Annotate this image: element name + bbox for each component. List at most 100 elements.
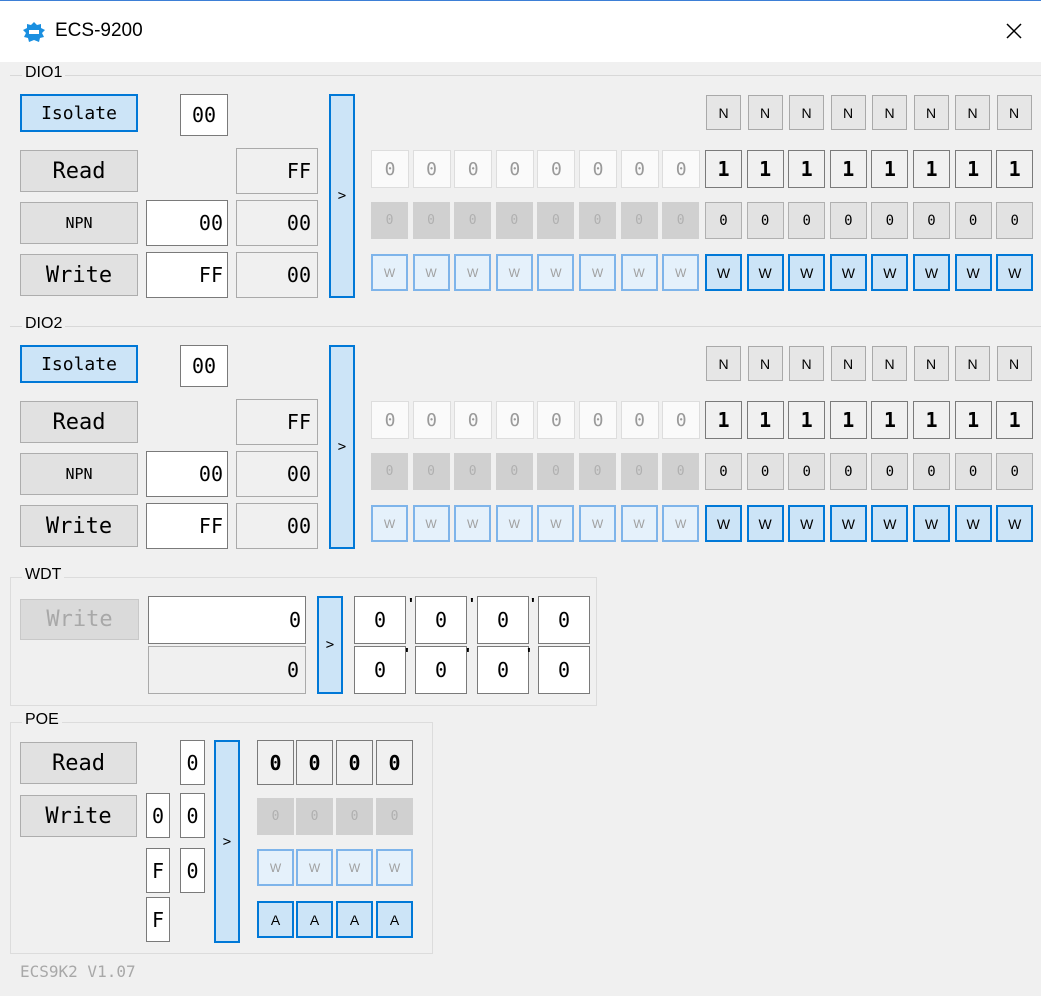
poe-auto-bit[interactable]: A	[257, 901, 294, 938]
dio1-n-cell[interactable]: N	[996, 95, 1032, 130]
dio1-write-bit[interactable]: W	[620, 254, 658, 291]
dio2-n-cell[interactable]: N	[747, 346, 783, 381]
poe-write-bit[interactable]: W	[257, 849, 294, 886]
dio2-write-bit[interactable]: W	[454, 505, 492, 542]
poe-npn-bit[interactable]: 0	[336, 798, 373, 835]
dio1-npn-bit[interactable]: 0	[412, 202, 450, 239]
wdt-write-button[interactable]: Write	[20, 599, 139, 640]
dio2-npn-bit[interactable]: 0	[662, 453, 700, 490]
dio1-write-bit[interactable]: W	[705, 254, 742, 291]
dio1-npn-bit[interactable]: 0	[954, 202, 992, 239]
dio2-n-cell[interactable]: N	[789, 346, 824, 381]
poe-write-input-3[interactable]: F	[146, 897, 170, 942]
dio2-npn-bit[interactable]: 0	[913, 453, 950, 490]
dio1-npn-bit[interactable]: 0	[996, 202, 1034, 239]
dio1-write-bit[interactable]: W	[829, 254, 867, 291]
dio1-read-button[interactable]: Read	[20, 150, 138, 192]
poe-npn-bit[interactable]: 0	[257, 798, 294, 835]
dio1-n-cell[interactable]: N	[747, 95, 783, 130]
close-icon[interactable]	[1000, 17, 1028, 45]
dio1-n-cell[interactable]: N	[913, 95, 949, 130]
dio2-n-cell[interactable]: N	[996, 346, 1032, 381]
dio2-npn-bit[interactable]: 0	[829, 453, 867, 490]
dio2-write-input[interactable]: FF	[146, 503, 228, 549]
dio1-npn-bit[interactable]: 0	[371, 202, 408, 239]
poe-npn-bit[interactable]: 0	[296, 798, 333, 835]
dio2-npn-bit[interactable]: 0	[454, 453, 492, 490]
dio1-isolate-button[interactable]: Isolate	[20, 94, 138, 132]
poe-write-bit[interactable]: W	[296, 849, 333, 886]
dio1-n-cell[interactable]: N	[830, 95, 866, 130]
dio1-write-bit[interactable]: W	[454, 254, 492, 291]
dio1-write-bit[interactable]: W	[913, 254, 950, 291]
dio2-npn-bit[interactable]: 0	[705, 453, 742, 490]
dio2-npn-bit[interactable]: 0	[954, 453, 992, 490]
dio1-write-bit[interactable]: W	[579, 254, 616, 291]
dio2-npn-bit[interactable]: 0	[579, 453, 616, 490]
dio1-npn-bit[interactable]: 0	[620, 202, 658, 239]
dio2-npn-bit[interactable]: 0	[620, 453, 658, 490]
dio2-write-bit[interactable]: W	[705, 505, 742, 542]
dio1-npn-bit[interactable]: 0	[913, 202, 950, 239]
dio2-npn-bit[interactable]: 0	[412, 453, 450, 490]
poe-write-input-2[interactable]: F	[146, 848, 170, 893]
dio1-write-bit[interactable]: W	[996, 254, 1034, 291]
dio1-npn-bit[interactable]: 0	[662, 202, 700, 239]
dio2-write-bit[interactable]: W	[412, 505, 450, 542]
dio2-npn-bit[interactable]: 0	[788, 453, 826, 490]
dio2-write-bit[interactable]: W	[495, 505, 533, 542]
dio2-n-cell[interactable]: N	[913, 346, 949, 381]
dio2-write-bit[interactable]: W	[954, 505, 992, 542]
dio2-npn-bit[interactable]: 0	[371, 453, 408, 490]
dio2-n-cell[interactable]: N	[830, 346, 866, 381]
poe-auto-bit[interactable]: A	[336, 901, 373, 938]
dio1-npn-bit[interactable]: 0	[788, 202, 826, 239]
dio2-write-bit[interactable]: W	[620, 505, 658, 542]
dio2-write-bit[interactable]: W	[996, 505, 1034, 542]
dio2-write-bit[interactable]: W	[537, 505, 575, 542]
dio2-npn-bit[interactable]: 0	[537, 453, 575, 490]
dio1-write-bit[interactable]: W	[954, 254, 992, 291]
dio2-npn-button[interactable]: NPN	[20, 453, 138, 495]
dio1-write-bit[interactable]: W	[871, 254, 909, 291]
dio1-write-bit[interactable]: W	[371, 254, 408, 291]
dio1-write-bit[interactable]: W	[788, 254, 826, 291]
dio1-n-cell[interactable]: N	[706, 95, 741, 130]
dio1-n-cell[interactable]: N	[955, 95, 990, 130]
wdt-input-1[interactable]: 0	[148, 596, 306, 644]
dio1-write-bit[interactable]: W	[495, 254, 533, 291]
dio2-write-bit[interactable]: W	[371, 505, 408, 542]
dio1-npn-bit[interactable]: 0	[454, 202, 492, 239]
poe-auto-bit[interactable]: A	[376, 901, 413, 938]
wdt-arrow-button[interactable]: >	[317, 596, 343, 694]
dio1-arrow-button[interactable]: >	[329, 94, 355, 298]
dio1-npn-bit[interactable]: 0	[829, 202, 867, 239]
dio2-arrow-button[interactable]: >	[329, 345, 355, 549]
dio2-write-bit[interactable]: W	[579, 505, 616, 542]
dio2-n-cell[interactable]: N	[872, 346, 907, 381]
dio1-write-bit[interactable]: W	[537, 254, 575, 291]
dio1-npn-bit[interactable]: 0	[579, 202, 616, 239]
dio1-npn-bit[interactable]: 0	[495, 202, 533, 239]
dio2-write-bit[interactable]: W	[913, 505, 950, 542]
dio2-n-cell[interactable]: N	[706, 346, 741, 381]
poe-write-button[interactable]: Write	[20, 795, 137, 837]
dio1-write-input[interactable]: FF	[146, 252, 228, 298]
poe-write-bit[interactable]: W	[336, 849, 373, 886]
dio1-write-button[interactable]: Write	[20, 254, 138, 296]
dio2-write-bit[interactable]: W	[871, 505, 909, 542]
dio1-n-cell[interactable]: N	[872, 95, 907, 130]
dio1-npn-bit[interactable]: 0	[537, 202, 575, 239]
dio2-npn-bit[interactable]: 0	[746, 453, 784, 490]
dio1-write-bit[interactable]: W	[662, 254, 700, 291]
poe-read-button[interactable]: Read	[20, 742, 137, 784]
poe-auto-bit[interactable]: A	[296, 901, 333, 938]
dio2-write-bit[interactable]: W	[829, 505, 867, 542]
dio2-n-cell[interactable]: N	[955, 346, 990, 381]
poe-write-bit[interactable]: W	[376, 849, 413, 886]
dio1-write-bit[interactable]: W	[412, 254, 450, 291]
poe-arrow-button[interactable]: >	[214, 740, 240, 943]
dio2-read-button[interactable]: Read	[20, 401, 138, 443]
dio1-npn-bit[interactable]: 0	[871, 202, 909, 239]
dio1-npn-bit[interactable]: 0	[705, 202, 742, 239]
